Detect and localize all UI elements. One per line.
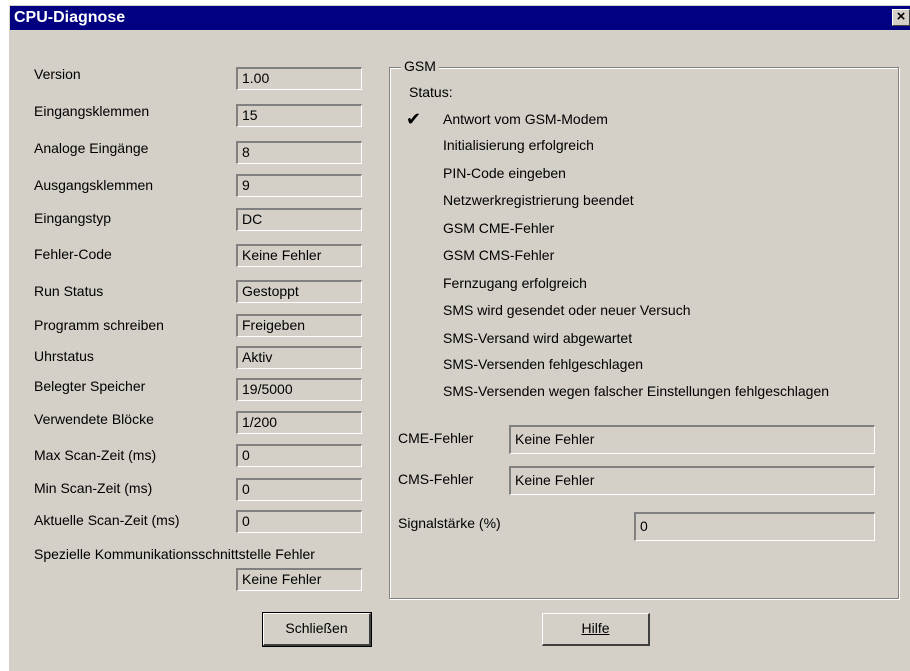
field-analoge-eingaenge: 8 [236,141,362,164]
close-icon[interactable]: × [892,9,910,26]
cme-error-label: CME-Fehler [398,430,474,446]
close-button[interactable]: Schließen [262,612,372,647]
field-eingangstyp: DC [236,208,362,231]
gsm-status-item: Netzwerkregistrierung beendet [443,192,634,208]
label-aktuelle-scan-zeit: Aktuelle Scan-Zeit (ms) [34,512,180,528]
cms-error-label: CMS-Fehler [398,471,474,487]
label-spezielle-kommunikation: Spezielle Kommunikationsschnittstelle Fe… [34,546,315,562]
label-version: Version [34,66,81,82]
gsm-status-item: GSM CMS-Fehler [443,247,555,263]
field-run-status: Gestoppt [236,280,362,303]
label-verwendete-bloecke: Verwendete Blöcke [34,411,154,427]
label-programm-schreiben: Programm schreiben [34,317,164,333]
field-min-scan-zeit: 0 [236,478,362,501]
label-uhrstatus: Uhrstatus [34,348,94,364]
label-run-status: Run Status [34,283,104,299]
gsm-status-item: Fernzugang erfolgreich [443,275,587,291]
title-bar: CPU-Diagnose × [10,6,910,30]
label-analoge-eingaenge: Analoge Eingänge [34,140,149,156]
checkmark-icon: ✔ [406,109,422,129]
help-button[interactable]: Hilfe [542,613,650,646]
gsm-status-item: SMS-Versenden fehlgeschlagen [443,356,644,372]
label-ausgangsklemmen: Ausgangsklemmen [34,177,154,193]
gsm-status-item: SMS-Versand wird abgewartet [443,330,633,346]
gsm-status-item: SMS-Versenden wegen falscher Einstellung… [443,383,830,399]
gsm-status-label: Status: [409,84,453,100]
label-min-scan-zeit: Min Scan-Zeit (ms) [34,480,153,496]
field-verwendete-bloecke: 1/200 [236,411,362,434]
field-fehler-code: Keine Fehler [236,244,362,267]
help-button-label: Hilfe [581,620,610,636]
gsm-status-item: Antwort vom GSM-Modem [443,111,608,127]
field-programm-schreiben: Freigeben [236,314,362,337]
label-max-scan-zeit: Max Scan-Zeit (ms) [34,447,157,463]
gsm-group-title: GSM [401,58,439,74]
field-eingangsklemmen: 15 [236,104,362,127]
field-spezielle-kommunikation: Keine Fehler [236,568,362,591]
gsm-status-item: Initialisierung erfolgreich [443,137,594,153]
signal-strength-field: 0 [634,512,875,541]
gsm-status-item: PIN-Code eingeben [443,165,566,181]
cme-error-field: Keine Fehler [509,425,875,454]
gsm-status-item: SMS wird gesendet oder neuer Versuch [443,302,691,318]
field-ausgangsklemmen: 9 [236,174,362,197]
label-eingangstyp: Eingangstyp [34,210,112,226]
label-belegter-speicher: Belegter Speicher [34,378,146,394]
label-eingangsklemmen: Eingangsklemmen [34,103,150,119]
field-belegter-speicher: 19/5000 [236,378,362,401]
field-uhrstatus: Aktiv [236,346,362,369]
window-title: CPU-Diagnose [14,9,126,26]
field-max-scan-zeit: 0 [236,444,362,467]
label-fehler-code: Fehler-Code [34,246,112,262]
cms-error-field: Keine Fehler [509,466,875,495]
field-aktuelle-scan-zeit: 0 [236,510,362,533]
signal-strength-label: Signalstärke (%) [398,515,501,531]
gsm-status-item: GSM CME-Fehler [443,220,555,236]
field-version: 1.00 [236,67,362,90]
